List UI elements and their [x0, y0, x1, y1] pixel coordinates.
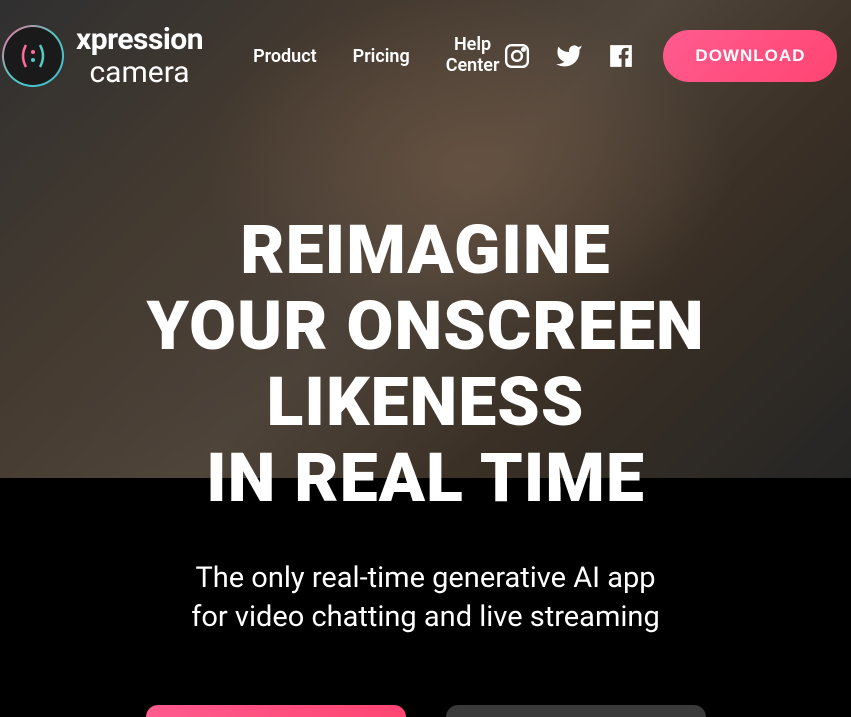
facebook-icon[interactable]	[607, 42, 635, 70]
brand-line1: xpression	[76, 23, 203, 56]
brand-text: xpression camera	[76, 23, 203, 89]
hero-title-line1: REIMAGINE	[0, 212, 851, 288]
hero-subtitle: The only real-time generative AI app for…	[0, 559, 851, 637]
cta-row	[0, 705, 851, 717]
hero-title-line3: LIKENESS	[0, 364, 851, 440]
download-button[interactable]: DOWNLOAD	[663, 30, 837, 82]
nav-help-center[interactable]: Help Center	[446, 35, 500, 76]
nav-help-line2: Center	[446, 56, 500, 77]
navbar: xpression camera Product Pricing Help Ce…	[0, 0, 851, 112]
twitter-icon[interactable]	[555, 42, 583, 70]
cta-primary-button[interactable]	[146, 705, 406, 717]
nav-pricing[interactable]: Pricing	[353, 46, 410, 67]
logo-group[interactable]: xpression camera	[2, 23, 203, 89]
hero-title: REIMAGINE YOUR ONSCREEN LIKENESS IN REAL…	[0, 212, 851, 517]
hero-subtitle-line1: The only real-time generative AI app	[195, 561, 655, 595]
hero-content: REIMAGINE YOUR ONSCREEN LIKENESS IN REAL…	[0, 112, 851, 717]
social-icons	[503, 42, 635, 70]
hero-title-line2: YOUR ONSCREEN	[0, 288, 851, 364]
logo-icon	[2, 25, 64, 87]
instagram-icon[interactable]	[503, 42, 531, 70]
hero-title-line4: IN REAL TIME	[0, 440, 851, 516]
hero-subtitle-line2: for video chatting and live streaming	[191, 600, 659, 634]
nav-links: Product Pricing Help Center	[253, 35, 499, 76]
brand-line2: camera	[76, 56, 203, 89]
cta-secondary-button[interactable]	[446, 705, 706, 717]
nav-help-line1: Help	[446, 35, 500, 56]
nav-product[interactable]: Product	[253, 46, 317, 67]
logo-mark-icon	[18, 41, 48, 71]
